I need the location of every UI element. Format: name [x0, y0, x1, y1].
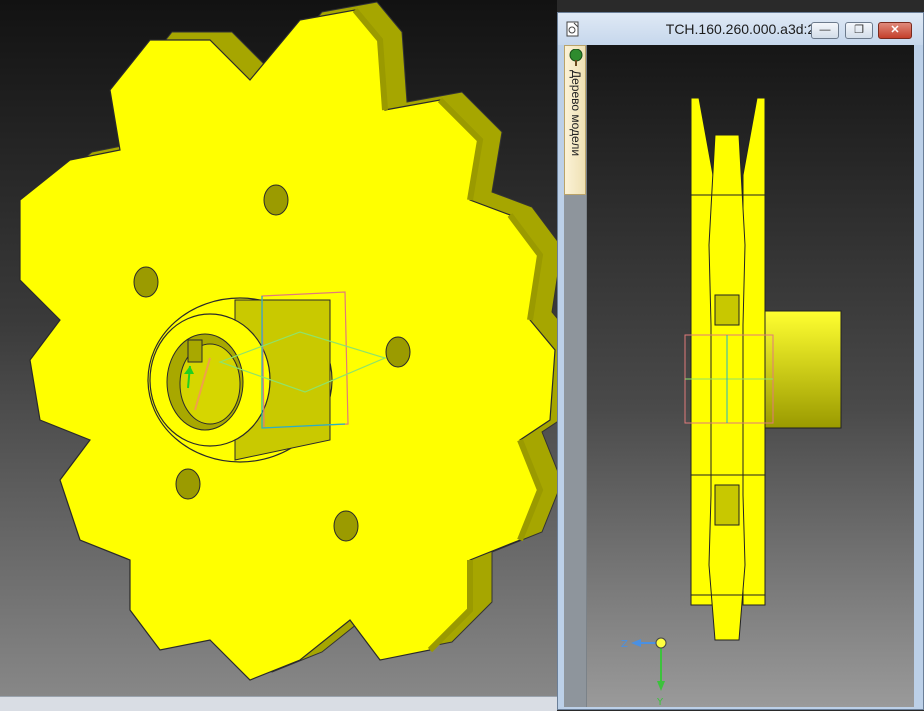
sprocket-model: [19, 1, 557, 681]
viewport-bottom-edge: [0, 696, 557, 711]
model-tree-tab-label: Дерево модели: [569, 70, 583, 157]
tree-icon: [569, 49, 583, 66]
model-tree-tab[interactable]: Дерево модели: [564, 45, 586, 195]
restore-button[interactable]: ❐: [845, 22, 873, 39]
model-window[interactable]: ТСН.160.260.000.a3d:2 — ❐ ✕ Дерево модел…: [557, 12, 924, 710]
sprocket-side-view: Z Y: [621, 97, 842, 707]
title-bar[interactable]: ТСН.160.260.000.a3d:2 — ❐ ✕: [558, 13, 923, 45]
main-3d-viewport[interactable]: [0, 0, 557, 710]
side-3d-viewport[interactable]: Z Y: [587, 45, 914, 707]
z-axis-label: Z: [621, 639, 628, 650]
y-axis-label: Y: [656, 697, 664, 707]
minimize-button[interactable]: —: [811, 22, 839, 39]
axis-triad: [631, 637, 667, 691]
side-panel: Дерево модели: [564, 45, 587, 707]
close-button[interactable]: ✕: [878, 22, 912, 39]
